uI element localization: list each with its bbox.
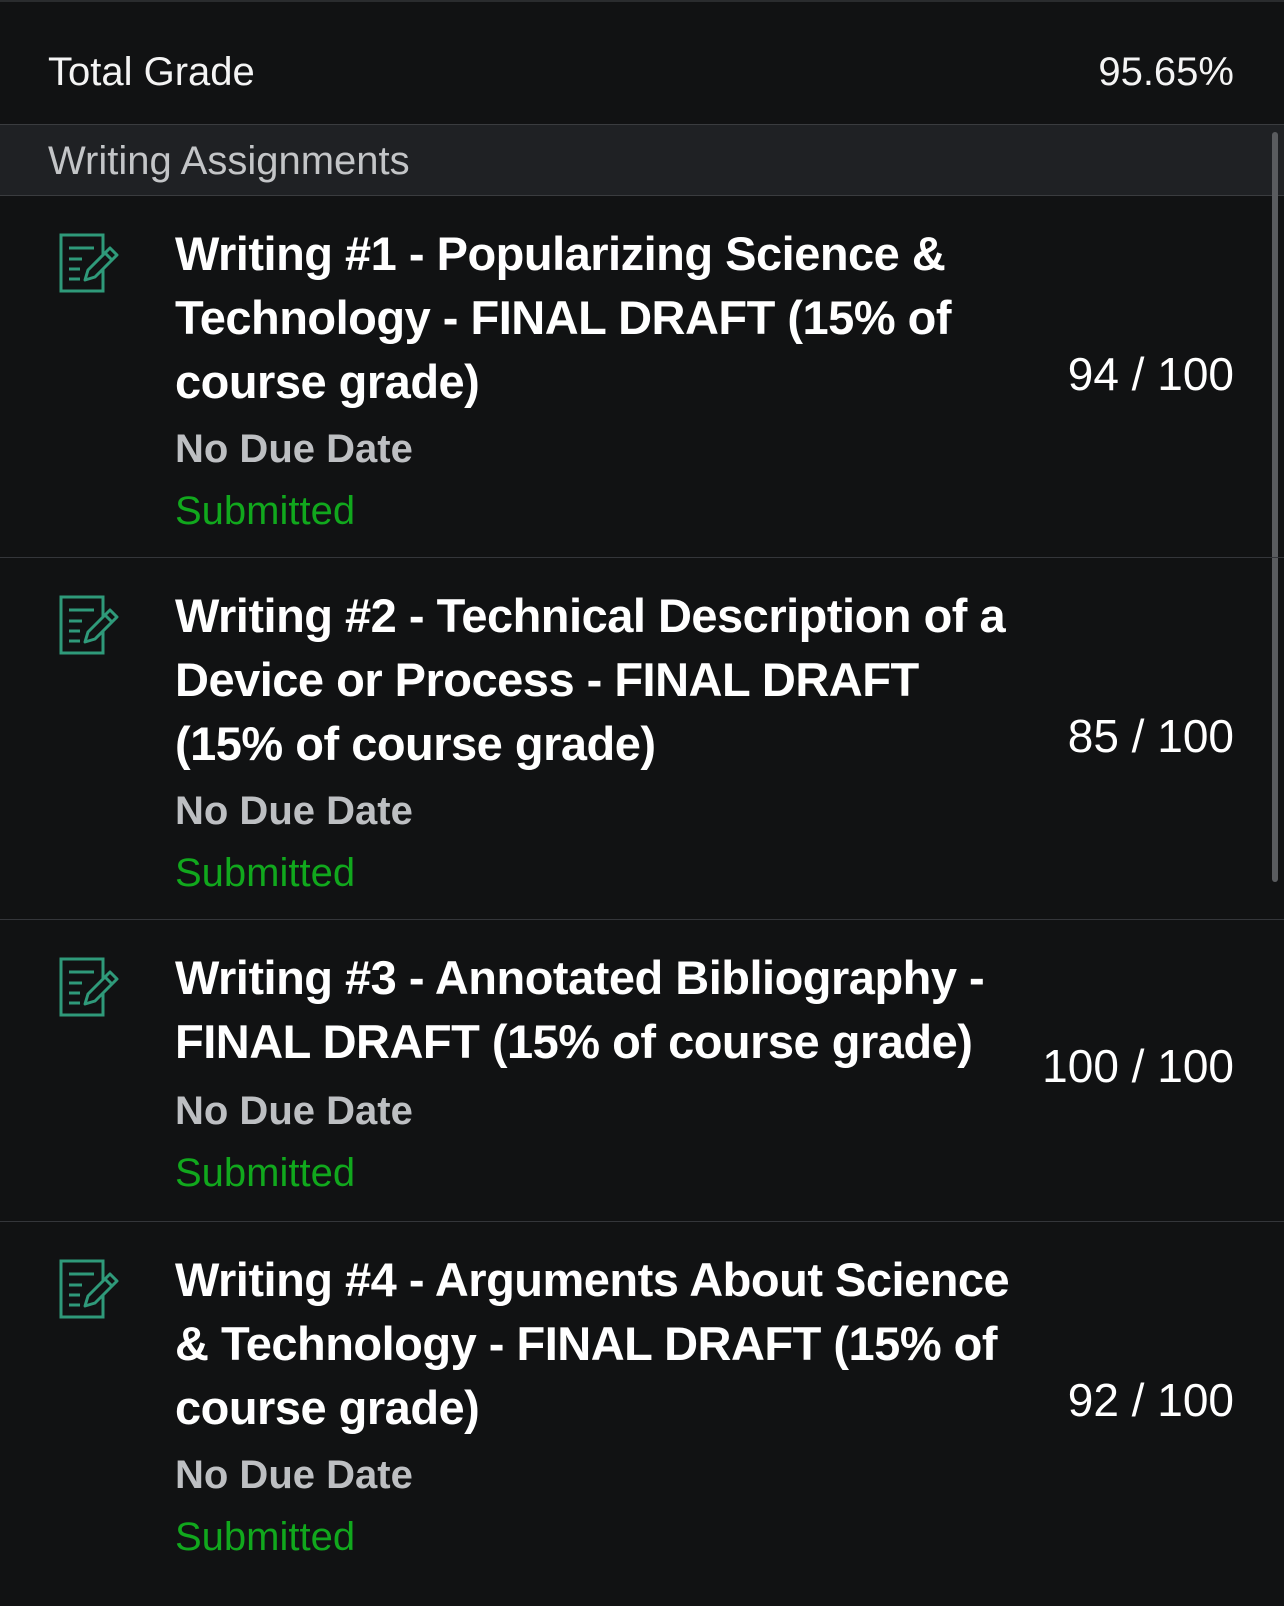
assignment-edit-icon: [59, 1259, 119, 1319]
assignment-due-date: No Due Date: [175, 1453, 413, 1497]
assignment-due-date: No Due Date: [175, 789, 413, 833]
assignment-status: Submitted: [175, 1151, 356, 1195]
assignment-title: Writing #4 - Arguments About Science & T…: [175, 1253, 1010, 1434]
total-grade-value: 95.65%: [1098, 50, 1234, 94]
assignment-due-date: No Due Date: [175, 1089, 413, 1133]
assignment-title: Writing #1 - Popularizing Science & Tech…: [175, 227, 952, 408]
group-header[interactable]: Writing Assignments: [0, 124, 1284, 196]
assignment-status: Submitted: [175, 489, 356, 533]
assignment-score: 92 / 100: [1067, 1374, 1234, 1426]
assignment-title: Writing #3 - Annotated Bibliography - FI…: [175, 951, 985, 1068]
assignment-row[interactable]: Writing #3 - Annotated Bibliography - FI…: [0, 920, 1284, 1222]
assignment-score: 100 / 100: [1042, 1040, 1234, 1092]
assignment-score: 94 / 100: [1067, 348, 1234, 400]
assignment-edit-icon: [59, 233, 119, 293]
assignment-edit-icon: [59, 957, 119, 1017]
assignment-due-date: No Due Date: [175, 427, 413, 471]
total-grade-row: Total Grade 95.65%: [0, 2, 1284, 124]
assignment-row[interactable]: Writing #2 - Technical Description of a …: [0, 558, 1284, 920]
assignment-score: 85 / 100: [1067, 710, 1234, 762]
assignment-row[interactable]: Writing #4 - Arguments About Science & T…: [0, 1222, 1284, 1606]
assignment-edit-icon: [59, 595, 119, 655]
assignment-status: Submitted: [175, 851, 356, 895]
assignment-title: Writing #2 - Technical Description of a …: [175, 589, 1006, 770]
assignment-row[interactable]: Writing #1 - Popularizing Science & Tech…: [0, 196, 1284, 558]
total-grade-label: Total Grade: [48, 50, 255, 94]
assignment-status: Submitted: [175, 1515, 356, 1559]
group-label: Writing Assignments: [48, 139, 410, 183]
